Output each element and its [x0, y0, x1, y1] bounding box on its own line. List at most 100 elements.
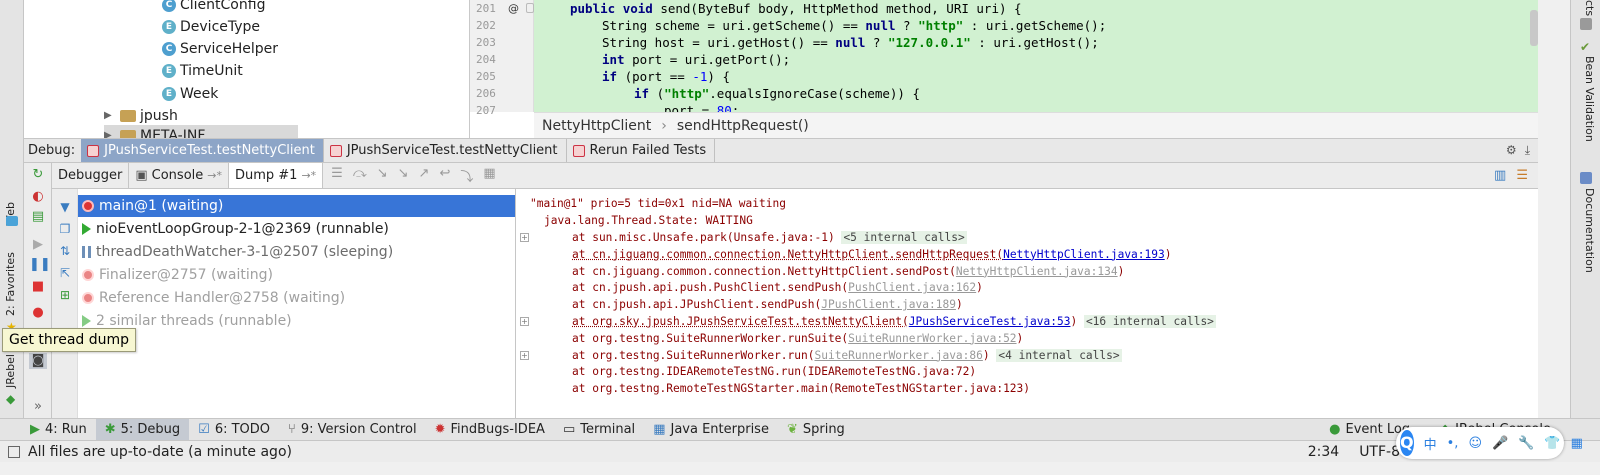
ime-emoji-icon[interactable]: ☺ [1468, 436, 1482, 451]
chevron-right-icon[interactable]: ▶ [104, 105, 116, 127]
override-marker-icon[interactable]: @ [508, 0, 519, 17]
tree-item-client-config[interactable]: C ClientConfig [162, 0, 265, 16]
breadcrumb-class[interactable]: NettyHttpClient [542, 118, 651, 134]
tree-item-week[interactable]: E Week [162, 83, 218, 105]
evaluate-icon[interactable]: ▦ [483, 166, 495, 185]
thread-row[interactable]: Finalizer@2757 (waiting) [78, 264, 515, 286]
frame-source-file[interactable]: PushClient.java:162 [848, 281, 976, 294]
caret-position[interactable]: 2:34 [1308, 444, 1339, 460]
step-into-icon[interactable]: ↘ [377, 166, 388, 185]
session-tab-rerun[interactable]: Rerun Failed Tests [567, 139, 716, 162]
pause-icon[interactable]: ❚❚ [29, 257, 51, 273]
more-icon[interactable]: » [29, 399, 47, 415]
debug-tool-button[interactable]: ✱ 5: Debug [95, 419, 190, 440]
terminal-tool-button[interactable]: ▭ Terminal [554, 419, 644, 440]
camera-icon[interactable]: ◙ [29, 353, 47, 369]
editor-gutter: 201 202 203 204 205 206 207 @ [470, 0, 534, 117]
internal-calls-badge[interactable]: <16 internal calls> [1083, 315, 1216, 328]
frame-source-file[interactable]: SuiteRunnerWorker.java:52 [848, 332, 1016, 345]
session-tab-active[interactable]: JPushServiceTest.testNettyClient [81, 139, 324, 162]
tree-item-label: TimeUnit [180, 63, 243, 79]
tree-item-jpush[interactable]: ▶ jpush [104, 105, 178, 127]
expand-frames-icon[interactable]: + [520, 350, 529, 360]
tree-item-time-unit[interactable]: E TimeUnit [162, 60, 243, 82]
ime-lang-toggle[interactable]: 中 [1424, 434, 1437, 453]
tree-item-meta-inf[interactable]: ▶ META-INF [104, 125, 298, 138]
step-out-icon[interactable]: ↗ [419, 166, 430, 185]
fold-icon[interactable] [526, 3, 534, 13]
runnable-thread-icon [82, 223, 91, 235]
rerun-icon[interactable]: ↻ [29, 167, 47, 183]
expand-frames-icon[interactable]: + [520, 233, 529, 242]
thread-dump-output[interactable]: "main@1" prio=5 tid=0x1 nid=NA waiting j… [516, 189, 1538, 418]
filter-icon[interactable]: ▼ [56, 199, 74, 215]
gear-icon[interactable]: ⚙ [1506, 143, 1517, 158]
expand-frames-icon[interactable]: + [520, 317, 529, 326]
vcs-tool-button[interactable]: ⑂ 9: Version Control [279, 419, 426, 440]
ime-toolbar[interactable]: Q 中 •, ☺ 🎤 🔧 👕 ▦ [1396, 427, 1583, 459]
bean-validation-tab[interactable]: Bean Validation [1583, 56, 1596, 142]
thread-row[interactable]: threadDeathWatcher-3-1@2507 (sleeping) [78, 241, 515, 263]
right-tool-tab-top[interactable]: cts [1583, 0, 1596, 16]
stack-frame: at org.testng.RemoteTestNGStarter.main(R… [572, 380, 1030, 397]
stack-frame: at org.testng.SuiteRunnerWorker.run(Suit… [572, 347, 1122, 364]
step-over-icon[interactable]: ⤼ [353, 166, 367, 185]
ime-punct-icon[interactable]: •, [1447, 436, 1459, 451]
code-area[interactable]: public void send(ByteBuf body, HttpMetho… [534, 0, 1538, 112]
copy-icon[interactable]: ❐ [56, 221, 74, 237]
merge-icon[interactable]: ⊞ [56, 287, 74, 303]
resume-icon[interactable]: ▶ [29, 237, 47, 253]
hide-icon[interactable]: ⤓ [1525, 143, 1530, 158]
frame-source-file[interactable]: JPushClient.java:189 [821, 298, 956, 311]
run-tool-button[interactable]: ▶ 4: Run [0, 419, 96, 440]
chevron-right-icon[interactable]: ▶ [104, 125, 116, 138]
ime-skin-icon[interactable]: 👕 [1544, 436, 1560, 451]
view-breakpoints-icon[interactable]: ● [29, 305, 47, 321]
restore-layout-icon[interactable]: ▥ [1494, 168, 1506, 183]
internal-calls-badge[interactable]: <5 internal calls> [841, 231, 967, 244]
tab-console[interactable]: ▣ Console →* [129, 163, 229, 188]
spring-tool-button[interactable]: ❦ Spring [778, 419, 854, 440]
tab-debugger[interactable]: Debugger [52, 163, 130, 188]
tree-item-label: Week [180, 86, 219, 102]
thread-row[interactable]: Reference Handler@2758 (waiting) [78, 287, 515, 309]
thread-row[interactable]: nioEventLoopGroup-2-1@2369 (runnable) [78, 218, 515, 240]
run-to-cursor-icon[interactable]: ⤵ [460, 166, 473, 185]
waiting-thread-icon [82, 200, 94, 212]
file-encoding[interactable]: UTF-8 [1359, 444, 1400, 460]
frame-source-link[interactable]: JPushServiceTest.java:53 [909, 315, 1071, 328]
session-tab-second[interactable]: JPushServiceTest.testNettyClient [324, 139, 567, 162]
thread-row[interactable]: main@1 (waiting) [78, 195, 515, 217]
frame-source-file[interactable]: SuiteRunnerWorker.java:86 [814, 349, 982, 362]
ime-grid-icon[interactable]: ▦ [1571, 436, 1583, 451]
todo-tool-button[interactable]: ☑ 6: TODO [189, 419, 279, 440]
tree-item-device-type[interactable]: E DeviceType [162, 16, 260, 38]
findbugs-tool-button[interactable]: ✹ FindBugs-IDEA [426, 419, 554, 440]
editor-scrollbar[interactable] [1530, 10, 1538, 46]
ime-logo-icon[interactable]: Q [1400, 430, 1414, 456]
show-execution-point-icon[interactable]: ☰ [331, 166, 343, 185]
breadcrumb-method[interactable]: sendHttpRequest() [677, 118, 809, 134]
ime-tool-icon[interactable]: 🔧 [1518, 436, 1534, 451]
frame-source-link[interactable]: NettyHttpClient.java:193 [1003, 248, 1165, 261]
export-icon[interactable]: ⇱ [56, 265, 74, 281]
code-line-207: port = 80; [664, 103, 740, 112]
drop-frame-icon[interactable]: ↩ [439, 166, 450, 185]
java-enterprise-tool-button[interactable]: ▦ Java Enterprise [644, 419, 778, 440]
thread-list[interactable]: main@1 (waiting) nioEventLoopGroup-2-1@2… [78, 189, 516, 418]
code-editor[interactable]: 201 202 203 204 205 206 207 @ public voi… [470, 0, 1538, 138]
toggle-tests-icon[interactable]: ▤ [29, 209, 47, 225]
internal-calls-badge[interactable]: <4 internal calls> [996, 348, 1122, 362]
sort-icon[interactable]: ⇅ [56, 243, 74, 259]
thread-row[interactable]: 2 similar threads (runnable) [78, 310, 515, 332]
rerun-failed-icon[interactable]: ◐ [29, 189, 47, 205]
tab-dump[interactable]: Dump #1 →* [228, 163, 324, 188]
stop-icon[interactable]: ■ [29, 279, 47, 295]
tree-item-service-helper[interactable]: C ServiceHelper [162, 38, 278, 60]
force-step-into-icon[interactable]: ↘ [398, 166, 409, 185]
settings-icon[interactable]: ☰ [1516, 168, 1528, 183]
frame-source-file[interactable]: NettyHttpClient.java:134 [956, 265, 1118, 278]
status-icon[interactable] [8, 445, 20, 458]
ime-mic-icon[interactable]: 🎤 [1492, 436, 1508, 451]
documentation-tab[interactable]: Documentation [1583, 188, 1596, 273]
